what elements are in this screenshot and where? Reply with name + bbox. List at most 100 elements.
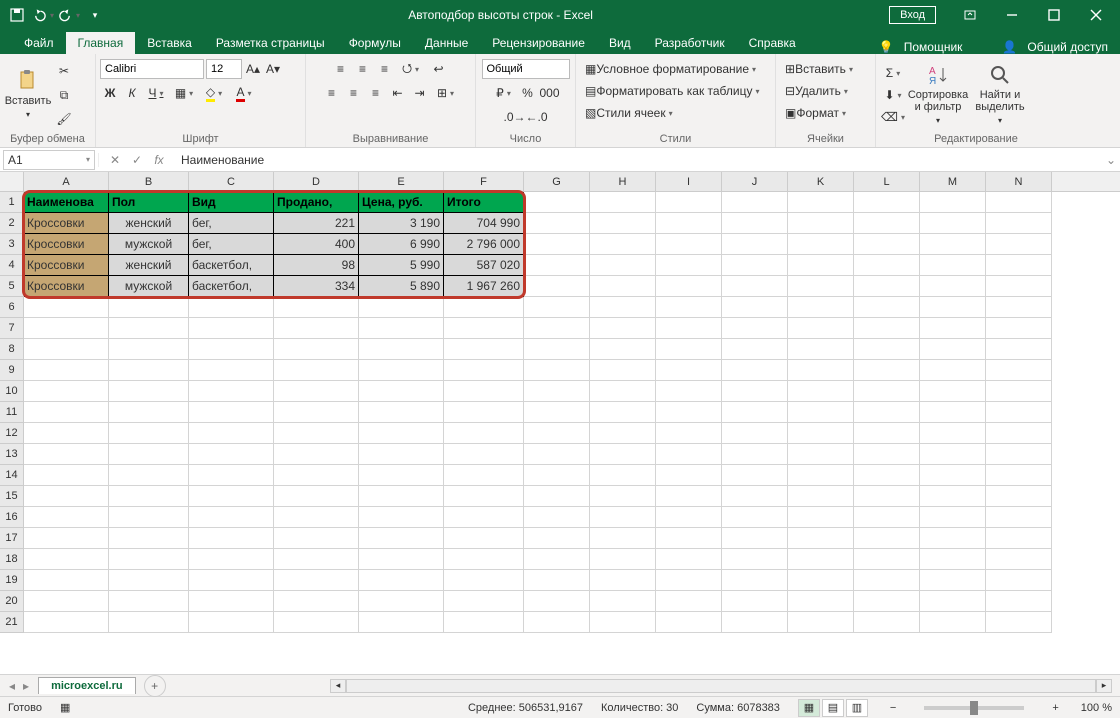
row-header-19[interactable]: 19 <box>0 570 24 591</box>
cell-K6[interactable] <box>788 297 854 318</box>
cell-B7[interactable] <box>109 318 189 339</box>
cell-J6[interactable] <box>722 297 788 318</box>
cell-F18[interactable] <box>444 549 524 570</box>
cell-G18[interactable] <box>524 549 590 570</box>
cell-B17[interactable] <box>109 528 189 549</box>
cell-H21[interactable] <box>590 612 656 633</box>
zoom-in-icon[interactable]: + <box>1048 702 1062 714</box>
cell-H5[interactable] <box>590 276 656 297</box>
column-header-B[interactable]: B <box>109 172 189 191</box>
cell-B19[interactable] <box>109 570 189 591</box>
tab-view[interactable]: Вид <box>597 32 643 54</box>
zoom-level[interactable]: 100 % <box>1081 702 1112 714</box>
zoom-slider[interactable] <box>924 706 1024 710</box>
formula-input[interactable]: Наименование <box>175 153 1102 167</box>
cell-B8[interactable] <box>109 339 189 360</box>
cell-E2[interactable]: 3 190 <box>359 213 444 234</box>
tell-me-icon[interactable]: 💡 <box>879 40 894 54</box>
cell-L8[interactable] <box>854 339 920 360</box>
cell-G13[interactable] <box>524 444 590 465</box>
cell-B21[interactable] <box>109 612 189 633</box>
cell-F8[interactable] <box>444 339 524 360</box>
cell-J15[interactable] <box>722 486 788 507</box>
align-middle-icon[interactable]: ≡ <box>353 59 373 79</box>
cell-B20[interactable] <box>109 591 189 612</box>
cell-F10[interactable] <box>444 381 524 402</box>
cell-A2[interactable]: Кроссовки <box>24 213 109 234</box>
cell-C4[interactable]: баскетбол, <box>189 255 274 276</box>
row-header-18[interactable]: 18 <box>0 549 24 570</box>
column-header-I[interactable]: I <box>656 172 722 191</box>
bold-button[interactable]: Ж <box>100 83 120 103</box>
cell-F1[interactable]: Итого <box>444 192 524 213</box>
cell-B1[interactable]: Пол <box>109 192 189 213</box>
cell-H2[interactable] <box>590 213 656 234</box>
cell-L21[interactable] <box>854 612 920 633</box>
cell-E4[interactable]: 5 990 <box>359 255 444 276</box>
cell-A16[interactable] <box>24 507 109 528</box>
cell-F17[interactable] <box>444 528 524 549</box>
column-header-F[interactable]: F <box>444 172 524 191</box>
cell-C1[interactable]: Вид <box>189 192 274 213</box>
cell-K21[interactable] <box>788 612 854 633</box>
cell-K9[interactable] <box>788 360 854 381</box>
align-bottom-icon[interactable]: ≡ <box>375 59 395 79</box>
conditional-formatting-button[interactable]: ▦ Условное форматирование <box>580 59 761 79</box>
cell-N14[interactable] <box>986 465 1052 486</box>
cell-D1[interactable]: Продано, <box>274 192 359 213</box>
ribbon-display-icon[interactable] <box>950 1 990 29</box>
sheet-tab-active[interactable]: microexcel.ru <box>38 677 136 694</box>
row-header-1[interactable]: 1 <box>0 192 24 213</box>
row-header-16[interactable]: 16 <box>0 507 24 528</box>
cell-M14[interactable] <box>920 465 986 486</box>
cell-J18[interactable] <box>722 549 788 570</box>
cell-J1[interactable] <box>722 192 788 213</box>
cell-A5[interactable]: Кроссовки <box>24 276 109 297</box>
column-header-G[interactable]: G <box>524 172 590 191</box>
cell-K8[interactable] <box>788 339 854 360</box>
row-header-11[interactable]: 11 <box>0 402 24 423</box>
cell-L18[interactable] <box>854 549 920 570</box>
align-center-icon[interactable]: ≡ <box>344 83 364 103</box>
cell-N8[interactable] <box>986 339 1052 360</box>
column-header-J[interactable]: J <box>722 172 788 191</box>
cell-A18[interactable] <box>24 549 109 570</box>
insert-cells-button[interactable]: ⊞ Вставить <box>780 59 858 79</box>
cell-L2[interactable] <box>854 213 920 234</box>
accounting-format-icon[interactable]: ₽ <box>492 83 516 103</box>
cell-M9[interactable] <box>920 360 986 381</box>
tab-home[interactable]: Главная <box>66 32 136 54</box>
cell-J12[interactable] <box>722 423 788 444</box>
cell-C17[interactable] <box>189 528 274 549</box>
cell-I7[interactable] <box>656 318 722 339</box>
expand-formula-bar-icon[interactable]: ⌄ <box>1102 153 1120 167</box>
zoom-thumb[interactable] <box>970 701 978 715</box>
cell-K12[interactable] <box>788 423 854 444</box>
share-label[interactable]: Общий доступ <box>1027 40 1108 54</box>
cell-A9[interactable] <box>24 360 109 381</box>
cell-F3[interactable]: 2 796 000 <box>444 234 524 255</box>
cell-G19[interactable] <box>524 570 590 591</box>
cell-J4[interactable] <box>722 255 788 276</box>
cell-E16[interactable] <box>359 507 444 528</box>
cell-I16[interactable] <box>656 507 722 528</box>
cell-I10[interactable] <box>656 381 722 402</box>
cell-F19[interactable] <box>444 570 524 591</box>
cell-E10[interactable] <box>359 381 444 402</box>
cell-G1[interactable] <box>524 192 590 213</box>
cell-B3[interactable]: мужской <box>109 234 189 255</box>
tab-data[interactable]: Данные <box>413 32 480 54</box>
cell-A3[interactable]: Кроссовки <box>24 234 109 255</box>
tab-formulas[interactable]: Формулы <box>337 32 413 54</box>
cell-L12[interactable] <box>854 423 920 444</box>
cell-K2[interactable] <box>788 213 854 234</box>
cell-G12[interactable] <box>524 423 590 444</box>
macro-record-icon[interactable]: ▦ <box>60 701 70 714</box>
cell-E14[interactable] <box>359 465 444 486</box>
cell-J14[interactable] <box>722 465 788 486</box>
cell-F21[interactable] <box>444 612 524 633</box>
row-header-20[interactable]: 20 <box>0 591 24 612</box>
cell-J16[interactable] <box>722 507 788 528</box>
font-size-combo[interactable] <box>206 59 242 79</box>
sheet-last-icon[interactable]: ▸ <box>20 679 32 693</box>
